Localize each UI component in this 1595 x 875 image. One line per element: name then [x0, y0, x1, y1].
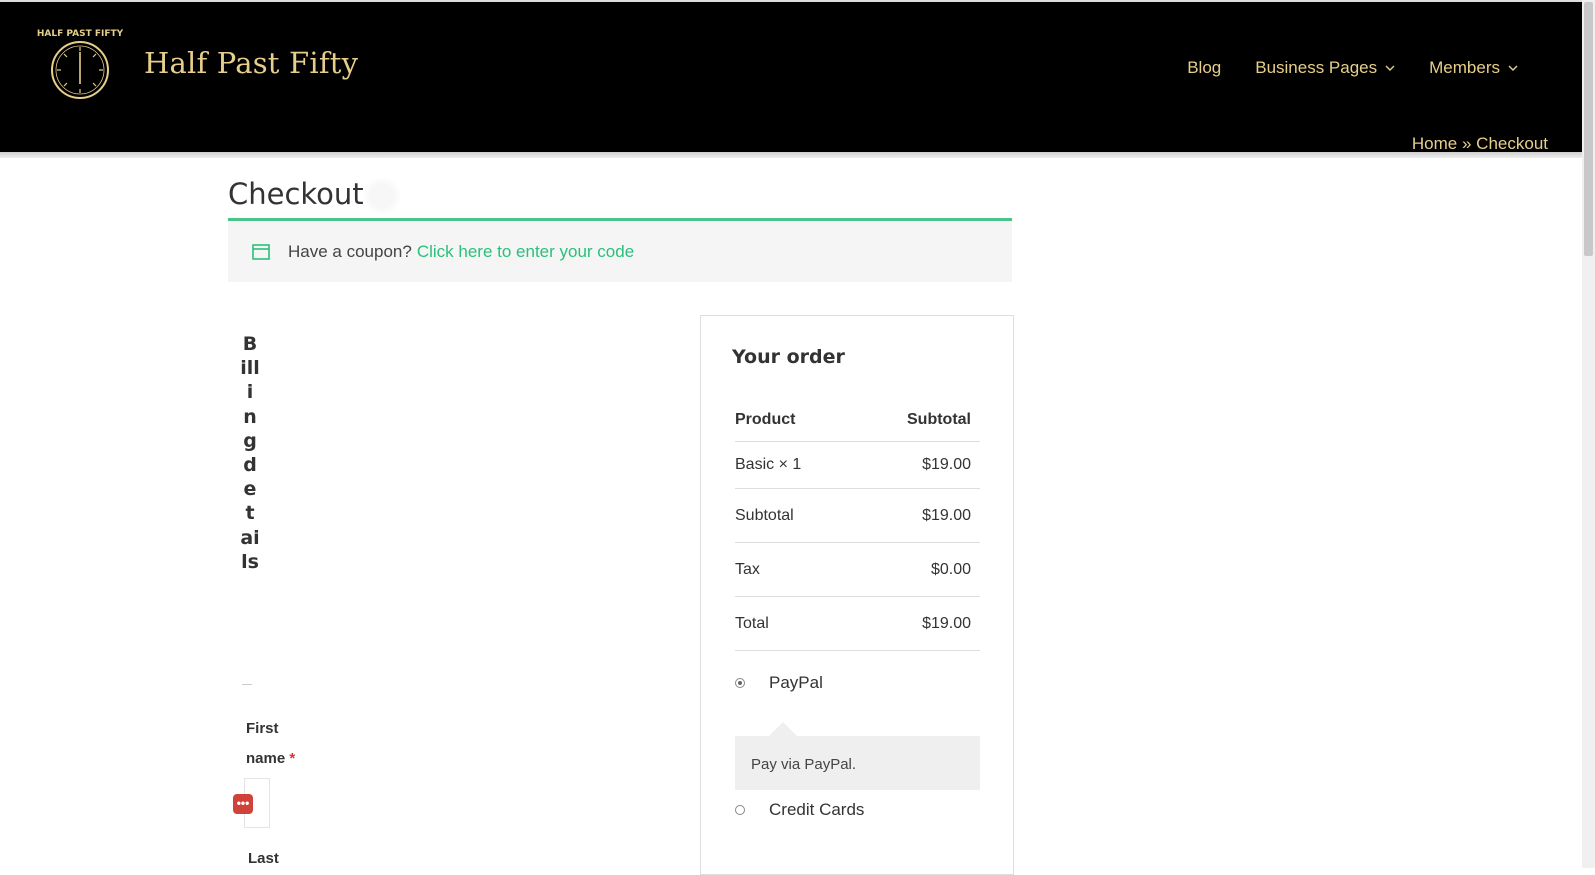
nav-business-pages-label: Business Pages: [1255, 58, 1378, 77]
order-title: Your order: [732, 346, 845, 368]
total-row: Total $19.00: [735, 597, 980, 651]
required-mark: *: [289, 750, 296, 767]
order-item-row: Basic × 1 $19.00: [735, 442, 980, 489]
header-divider: [0, 152, 1582, 158]
total-value: $19.00: [922, 614, 971, 632]
breadcrumb-current: Checkout: [1476, 134, 1548, 153]
total-label: Total: [735, 614, 769, 632]
paypal-radio[interactable]: [735, 678, 745, 688]
col-subtotal: Subtotal: [907, 410, 971, 428]
first-name-label-2: name *: [246, 744, 295, 774]
nav-blog-label: Blog: [1187, 58, 1222, 77]
credit-cards-radio[interactable]: [735, 805, 745, 815]
chevron-down-icon: [1508, 65, 1518, 71]
coupon-notice: Have a coupon? Click here to enter your …: [228, 218, 1012, 282]
tax-value: $0.00: [930, 560, 971, 578]
tax-label: Tax: [735, 560, 760, 578]
password-manager-icon[interactable]: •••: [233, 794, 253, 814]
loading-ripple: [362, 176, 402, 216]
credit-cards-label[interactable]: Credit Cards: [769, 800, 864, 820]
first-name-label-text: name: [246, 750, 286, 767]
site-header: HALF PAST FIFTY Half Past Fifty Blog Bus…: [0, 0, 1582, 154]
order-table-header: Product Subtotal: [735, 398, 980, 442]
site-title[interactable]: Half Past Fifty: [144, 46, 358, 80]
payment-box-pointer: [769, 722, 797, 736]
logo-text: HALF PAST FIFTY: [37, 29, 124, 39]
order-table: Product Subtotal Basic × 1 $19.00 Subtot…: [735, 398, 980, 651]
payment-option-paypal[interactable]: PayPal: [735, 673, 823, 693]
paypal-description: Pay via PayPal.: [735, 736, 980, 790]
window-icon: [252, 243, 270, 260]
last-name-label: Last: [248, 850, 279, 867]
payment-option-cards[interactable]: Credit Cards: [735, 800, 864, 820]
tax-row: Tax $0.00: [735, 543, 980, 597]
billing-heading: Billing details: [240, 333, 260, 573]
scrollbar-thumb[interactable]: [1584, 2, 1593, 256]
nav-members[interactable]: Members: [1429, 58, 1518, 78]
subtotal-row: Subtotal $19.00: [735, 489, 980, 543]
page-title: Checkout: [228, 177, 364, 212]
item-name: Basic × 1: [735, 456, 802, 473]
coupon-text: Have a coupon?: [288, 241, 412, 261]
col-product: Product: [735, 410, 796, 428]
scrollbar[interactable]: [1582, 0, 1595, 868]
breadcrumb-home[interactable]: Home: [1412, 134, 1457, 153]
subtotal-label: Subtotal: [735, 506, 794, 524]
subtotal-value: $19.00: [922, 506, 971, 524]
main-nav: Blog Business Pages Members: [1187, 58, 1518, 78]
breadcrumb: Home » Checkout: [1412, 134, 1548, 154]
clock-logo-icon[interactable]: HALF PAST FIFTY: [34, 22, 126, 108]
nav-blog[interactable]: Blog: [1187, 58, 1221, 78]
order-review: Your order Product Subtotal Basic × 1 $1…: [700, 315, 1014, 875]
nav-business-pages[interactable]: Business Pages: [1255, 58, 1395, 78]
billing-divider: [242, 684, 252, 685]
item-price: $19.00: [922, 456, 971, 473]
nav-members-label: Members: [1429, 58, 1500, 77]
coupon-link[interactable]: Click here to enter your code: [417, 242, 634, 262]
breadcrumb-separator: »: [1461, 134, 1472, 153]
paypal-label[interactable]: PayPal: [769, 673, 823, 693]
first-name-label-1: First: [246, 720, 279, 737]
chevron-down-icon: [1385, 65, 1395, 71]
